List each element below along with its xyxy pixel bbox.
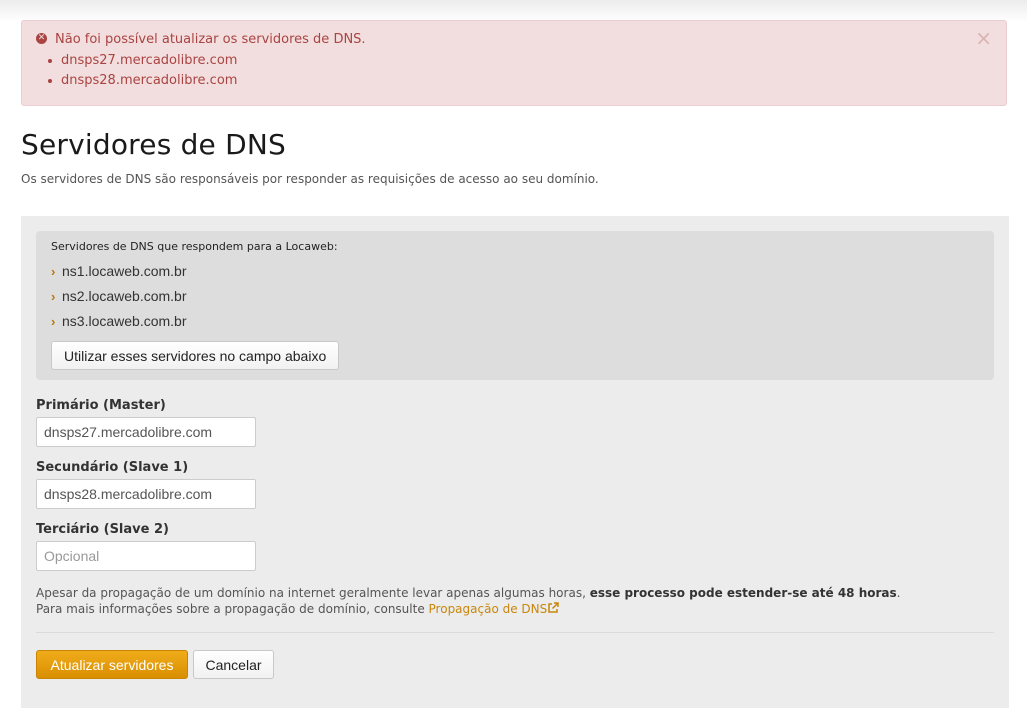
server-name: ns2.locaweb.com.br — [62, 288, 187, 304]
use-locaweb-servers-button[interactable]: Utilizar esses servidores no campo abaix… — [51, 341, 340, 370]
external-link-icon — [548, 602, 560, 613]
note-emphasis: esse processo pode estender-se até 48 ho… — [589, 586, 897, 600]
chevron-right-icon: › — [51, 289, 56, 304]
server-name: ns1.locaweb.com.br — [62, 263, 187, 279]
chevron-right-icon: › — [51, 264, 56, 279]
chevron-right-icon: › — [51, 314, 56, 329]
primary-dns-input[interactable] — [36, 417, 256, 447]
secondary-dns-label: Secundário (Slave 1) — [36, 460, 189, 475]
alert-message: Não foi possível atualizar os servidores… — [55, 32, 366, 47]
tertiary-dns-label: Terciário (Slave 2) — [36, 522, 169, 537]
close-icon[interactable]: × — [975, 27, 992, 49]
server-item: › ns3.locaweb.com.br — [51, 309, 187, 334]
locaweb-dns-caption: Servidores de DNS que respondem para a L… — [51, 240, 338, 253]
divider — [36, 632, 994, 633]
error-alert: ✕ Não foi possível atualizar os servidor… — [21, 20, 1007, 106]
page-description: Os servidores de DNS são responsáveis po… — [21, 172, 599, 186]
dns-form-panel: Servidores de DNS que respondem para a L… — [21, 216, 1009, 708]
error-circle-icon: ✕ — [36, 33, 47, 44]
propagation-note: Apesar da propagação de um domínio na in… — [36, 585, 900, 617]
cancel-button[interactable]: Cancelar — [193, 650, 274, 679]
alert-list-item: dnsps28.mercadolibre.com — [45, 71, 237, 91]
locaweb-server-list: › ns1.locaweb.com.br › ns2.locaweb.com.br … — [51, 259, 187, 334]
page-title: Servidores de DNS — [21, 128, 286, 161]
top-shadow — [0, 0, 1027, 22]
alert-list: dnsps27.mercadolibre.com dnsps28.mercado… — [45, 51, 237, 91]
server-name: ns3.locaweb.com.br — [62, 313, 187, 329]
note-text: Apesar da propagação de um domínio na in… — [36, 586, 590, 600]
server-item: › ns2.locaweb.com.br — [51, 284, 187, 309]
secondary-dns-input[interactable] — [36, 479, 256, 509]
tertiary-dns-input[interactable] — [36, 541, 256, 571]
note-text-end: . — [896, 586, 901, 600]
locaweb-dns-box: Servidores de DNS que respondem para a L… — [36, 231, 994, 380]
alert-list-item: dnsps27.mercadolibre.com — [45, 51, 237, 71]
primary-dns-label: Primário (Master) — [36, 398, 166, 413]
dns-propagation-link-text[interactable]: Propagação de DNS — [429, 602, 548, 616]
update-servers-button[interactable]: Atualizar servidores — [36, 650, 188, 679]
dns-propagation-link[interactable]: Propagação de DNS — [429, 602, 560, 616]
server-item: › ns1.locaweb.com.br — [51, 259, 187, 284]
note-more-info: Para mais informações sobre a propagação… — [36, 602, 429, 616]
